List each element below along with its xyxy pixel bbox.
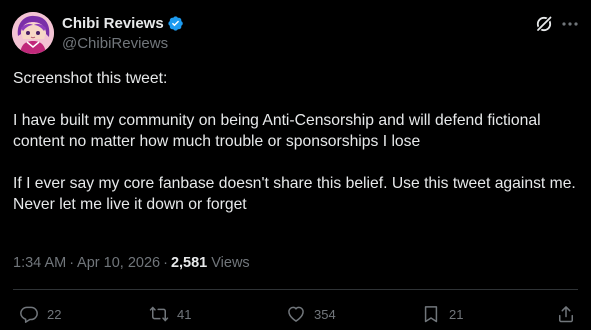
verified-badge-icon <box>168 15 183 31</box>
share-icon <box>559 306 573 323</box>
divider <box>13 289 578 290</box>
tweet-time[interactable]: 1:34 AM <box>13 255 66 271</box>
tweet-meta: 1:34 AM · Apr 10, 2026 · 2,581 Views <box>13 254 250 272</box>
bookmark-button[interactable]: 21 <box>421 302 463 326</box>
grok-icon[interactable] <box>534 14 554 34</box>
tweet-date[interactable]: Apr 10, 2026 <box>77 255 160 271</box>
heart-icon <box>288 306 304 322</box>
reply-bubble-icon <box>20 306 38 323</box>
bookmark-count: 21 <box>449 306 464 322</box>
tweet-paragraph: If I ever say my core fanbase doesn't sh… <box>13 175 581 213</box>
name-row: Chibi Reviews <box>62 13 184 33</box>
tweet-paragraph: I have built my community on being Anti-… <box>13 112 545 150</box>
tweet-paragraph: Screenshot this tweet: <box>13 70 168 87</box>
like-button[interactable]: 354 <box>286 302 336 326</box>
repost-count: 41 <box>177 306 192 322</box>
repost-button[interactable]: 41 <box>149 302 191 326</box>
reply-count: 22 <box>47 306 62 322</box>
reply-button[interactable]: 22 <box>19 302 61 326</box>
avatar-image <box>12 12 54 54</box>
display-name[interactable]: Chibi Reviews <box>62 15 164 32</box>
like-count: 354 <box>314 306 336 322</box>
bookmark-icon <box>424 306 438 323</box>
meta-separator: · <box>69 255 75 271</box>
more-dots-icon[interactable] <box>560 14 580 34</box>
repost-icon <box>149 306 169 322</box>
meta-separator: · <box>163 255 168 271</box>
avatar[interactable] <box>12 12 54 54</box>
author-info: Chibi Reviews @ChibiReviews <box>62 13 184 54</box>
handle[interactable]: @ChibiReviews <box>62 34 184 54</box>
action-bar: 22 41 354 21 <box>13 302 578 326</box>
views-count: 2,581 <box>170 255 208 271</box>
views-label: Views <box>211 255 250 271</box>
share-button[interactable] <box>556 302 576 326</box>
tweet-text: Screenshot this tweet: I have built my c… <box>13 68 578 215</box>
